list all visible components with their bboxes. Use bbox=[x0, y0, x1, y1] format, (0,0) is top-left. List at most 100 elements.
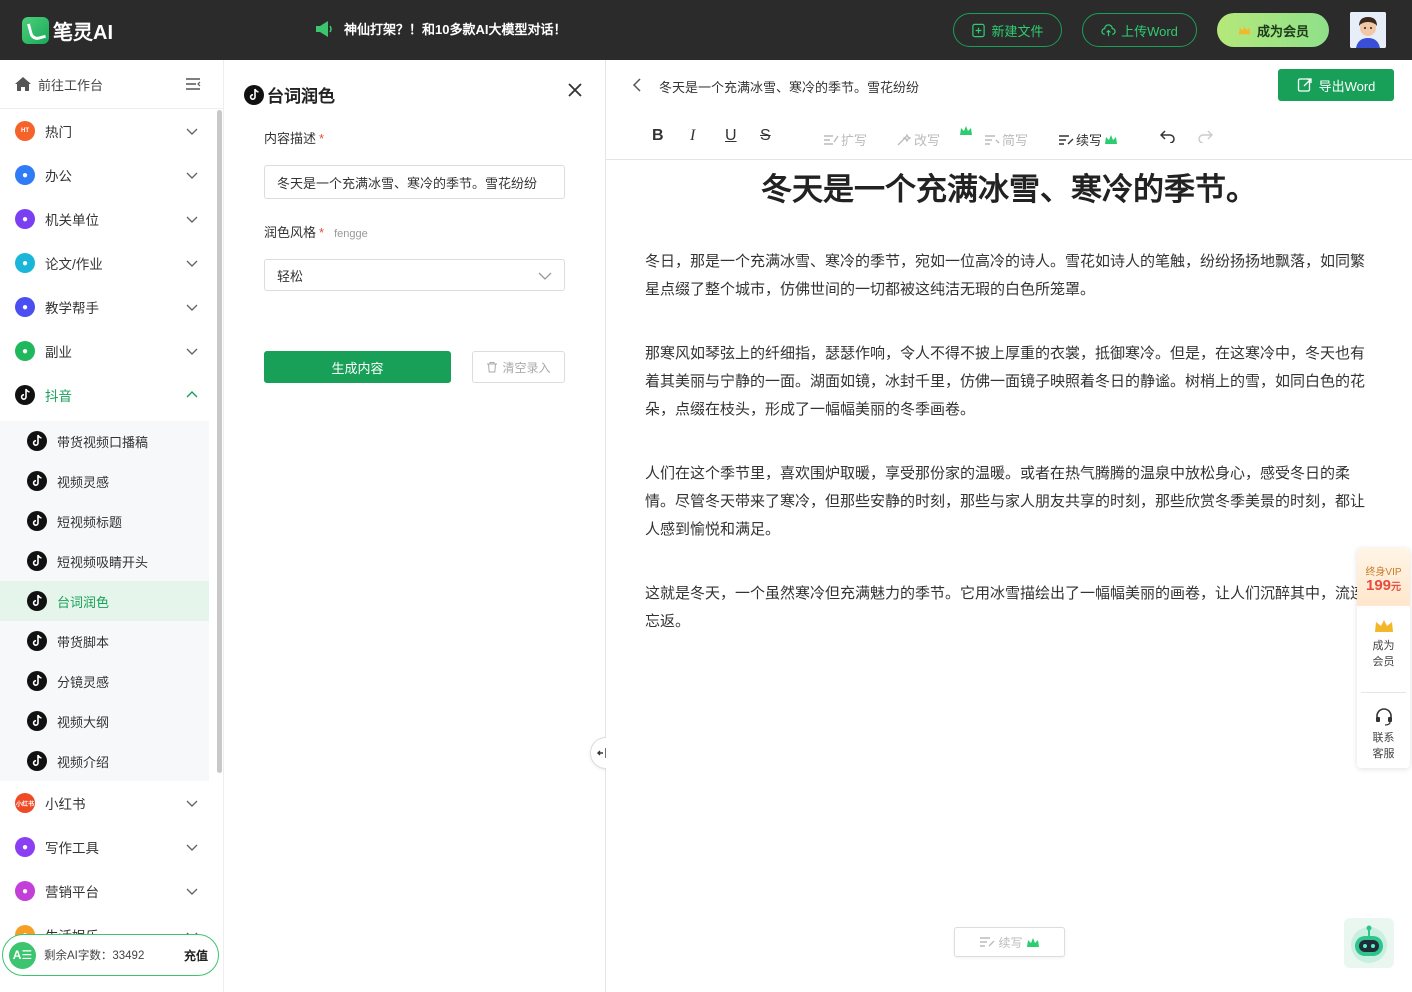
sidebar-item-marketing[interactable]: ● 营销平台 bbox=[0, 869, 214, 913]
paragraph[interactable]: 这就是冬天，一个虽然寒冷但充满魅力的季节。它用冰雪描绘出了一幅幅美丽的画卷，让人… bbox=[645, 580, 1371, 636]
document-title[interactable]: 冬天是一个充满冰雪、寒冷的季节。雪花纷纷 bbox=[659, 77, 919, 96]
xiaohongshu-icon: 小红书 bbox=[15, 793, 35, 813]
app-name: 笔灵AI bbox=[53, 22, 113, 44]
floating-continue-button[interactable]: 续写 bbox=[954, 927, 1065, 957]
clear-input-button[interactable]: 清空录入 bbox=[472, 351, 565, 383]
sidebar-item-label: 热门 bbox=[45, 125, 72, 140]
crown-icon bbox=[1238, 26, 1251, 34]
become-member-float[interactable]: 成为会员 bbox=[1357, 618, 1410, 670]
continue-writing-label: 续写 bbox=[1076, 133, 1103, 148]
vip-price-value: 199 bbox=[1365, 577, 1392, 594]
douyin-subitem[interactable]: 短视频标题 bbox=[0, 501, 209, 541]
magic-wand-icon bbox=[897, 133, 912, 145]
sidebar-item-writing-tool[interactable]: ● 写作工具 bbox=[0, 825, 214, 869]
generate-button[interactable]: 生成内容 bbox=[264, 351, 451, 383]
export-word-button[interactable]: 导出Word bbox=[1278, 69, 1394, 101]
become-member-button[interactable]: 成为会员 bbox=[1217, 13, 1329, 47]
ai-quota-icon: A☰ bbox=[9, 941, 36, 969]
strikethrough-button[interactable]: S bbox=[760, 127, 771, 145]
douyin-subitem[interactable]: 台词润色 bbox=[0, 581, 209, 621]
redo-icon[interactable] bbox=[1197, 129, 1213, 143]
contact-service-label: 联系客服 bbox=[1372, 732, 1395, 760]
douyin-icon bbox=[27, 631, 47, 651]
paragraph[interactable]: 冬日，那是一个充满冰雪、寒冷的季节，宛如一位高冷的诗人。雪花如诗人的笔触，纷纷扬… bbox=[645, 248, 1371, 304]
new-file-icon bbox=[972, 23, 986, 37]
writing-tool-icon: ● bbox=[15, 837, 35, 857]
sidebar-item-label: 抖音 bbox=[45, 389, 72, 404]
vip-crown-icon bbox=[1026, 937, 1039, 947]
sidebar-item-label: 论文/作业 bbox=[45, 257, 103, 272]
expand-icon bbox=[824, 134, 839, 145]
go-workspace[interactable]: 前往工作台 bbox=[0, 60, 223, 109]
contact-service-float[interactable]: 联系客服 bbox=[1357, 706, 1410, 762]
ai-assistant-robot-icon[interactable] bbox=[1344, 918, 1394, 968]
douyin-subitem[interactable]: 视频介绍 bbox=[0, 741, 209, 781]
upload-word-button[interactable]: 上传Word bbox=[1082, 13, 1197, 47]
douyin-icon bbox=[27, 511, 47, 531]
sidebar-item-office[interactable]: ● 办公 bbox=[0, 153, 214, 197]
marketing-icon: ● bbox=[15, 881, 35, 901]
douyin-icon bbox=[27, 551, 47, 571]
lifetime-vip-promo[interactable]: 终身VIP 199元 bbox=[1357, 548, 1410, 606]
editor: 冬天是一个充满冰雪、寒冷的季节。雪花纷纷 导出Word B I U S 扩写 改… bbox=[606, 60, 1412, 992]
douyin-icon bbox=[27, 711, 47, 731]
sidebar-item-label: 小红书 bbox=[45, 797, 86, 812]
sidebar-item-hot[interactable]: HT 热门 bbox=[0, 109, 214, 153]
sidebar-item-teach[interactable]: ● 教学帮手 bbox=[0, 285, 214, 329]
rewrite-button[interactable]: 改写 bbox=[896, 130, 940, 149]
document-heading[interactable]: 冬天是一个充满冰雪、寒冷的季节。 bbox=[606, 164, 1412, 209]
continue-icon bbox=[1059, 134, 1074, 145]
douyin-icon bbox=[27, 751, 47, 771]
sidebar-item-side-job[interactable]: ● 副业 bbox=[0, 329, 214, 373]
sidebar-scrollbar[interactable] bbox=[217, 110, 222, 773]
douyin-subitem[interactable]: 分镜灵感 bbox=[0, 661, 209, 701]
editor-header: 冬天是一个充满冰雪、寒冷的季节。雪花纷纷 导出Word bbox=[606, 60, 1412, 110]
chevron-down-icon bbox=[538, 272, 552, 280]
vip-price-unit: 元 bbox=[1391, 582, 1402, 593]
new-file-button[interactable]: 新建文件 bbox=[953, 13, 1062, 47]
content-desc-label-text: 内容描述 bbox=[264, 131, 317, 146]
sidebar-item-douyin[interactable]: 抖音 bbox=[0, 373, 214, 417]
recharge-button[interactable]: 充值 bbox=[184, 947, 208, 964]
douyin-subitem[interactable]: 视频大纲 bbox=[0, 701, 209, 741]
paragraph[interactable]: 人们在这个季节里，喜欢围炉取暖，享受那份家的温暖。或者在热气腾腾的温泉中放松身心… bbox=[645, 460, 1371, 544]
douyin-subitem[interactable]: 带货视频口播稿 bbox=[0, 421, 209, 461]
app-logo[interactable]: 笔灵AI bbox=[22, 16, 113, 45]
douyin-subitem-label: 视频灵感 bbox=[57, 474, 110, 490]
sidebar-item-gov[interactable]: ● 机关单位 bbox=[0, 197, 214, 241]
undo-icon[interactable] bbox=[1160, 129, 1176, 143]
back-icon[interactable] bbox=[632, 77, 642, 93]
sidebar-item-paper[interactable]: ● 论文/作业 bbox=[0, 241, 214, 285]
logo-icon bbox=[22, 17, 49, 44]
sidebar-item-label: 写作工具 bbox=[45, 841, 99, 856]
expand-button[interactable]: 扩写 bbox=[823, 130, 867, 149]
floating-continue-label: 续写 bbox=[998, 935, 1023, 950]
sidebar-item-label: 副业 bbox=[45, 345, 72, 360]
expand-label: 扩写 bbox=[841, 133, 868, 148]
chevron-down-icon bbox=[186, 844, 198, 851]
close-icon[interactable] bbox=[567, 82, 583, 98]
menu-collapse-icon[interactable] bbox=[185, 77, 201, 91]
douyin-subitem-label: 台词润色 bbox=[57, 594, 110, 610]
continue-writing-button[interactable]: 续写 bbox=[1058, 130, 1118, 149]
content-desc-input[interactable]: 冬天是一个充满冰雪、寒冷的季节。雪花纷纷 bbox=[264, 165, 565, 199]
user-avatar[interactable] bbox=[1350, 12, 1386, 48]
announcement[interactable]: 神仙打架？！和10多款AI大模型对话！ bbox=[314, 19, 566, 38]
form-title-text: 台词润色 bbox=[267, 87, 335, 106]
content-desc-label: 内容描述 * bbox=[264, 131, 325, 146]
douyin-subitem[interactable]: 视频灵感 bbox=[0, 461, 209, 501]
paragraph[interactable]: 那寒风如琴弦上的纤细指，瑟瑟作响，令人不得不披上厚重的衣裳，抵御寒冷。但是，在这… bbox=[645, 340, 1371, 424]
vip-price: 199元 bbox=[1357, 577, 1410, 594]
bold-button[interactable]: B bbox=[652, 127, 664, 145]
underline-button[interactable]: U bbox=[725, 127, 737, 145]
italic-button[interactable]: I bbox=[690, 127, 695, 145]
style-select[interactable]: 轻松 bbox=[264, 259, 565, 291]
sidebar-item-xiaohongshu[interactable]: 小红书 小红书 bbox=[0, 781, 214, 825]
vip-crown-icon bbox=[960, 126, 972, 135]
teach-icon: ● bbox=[15, 297, 35, 317]
douyin-subitem[interactable]: 带货脚本 bbox=[0, 621, 209, 661]
shorten-button[interactable]: 简写 bbox=[984, 130, 1028, 149]
chevron-down-icon bbox=[186, 304, 198, 311]
douyin-subitem[interactable]: 短视频吸睛开头 bbox=[0, 541, 209, 581]
douyin-icon bbox=[27, 431, 47, 451]
